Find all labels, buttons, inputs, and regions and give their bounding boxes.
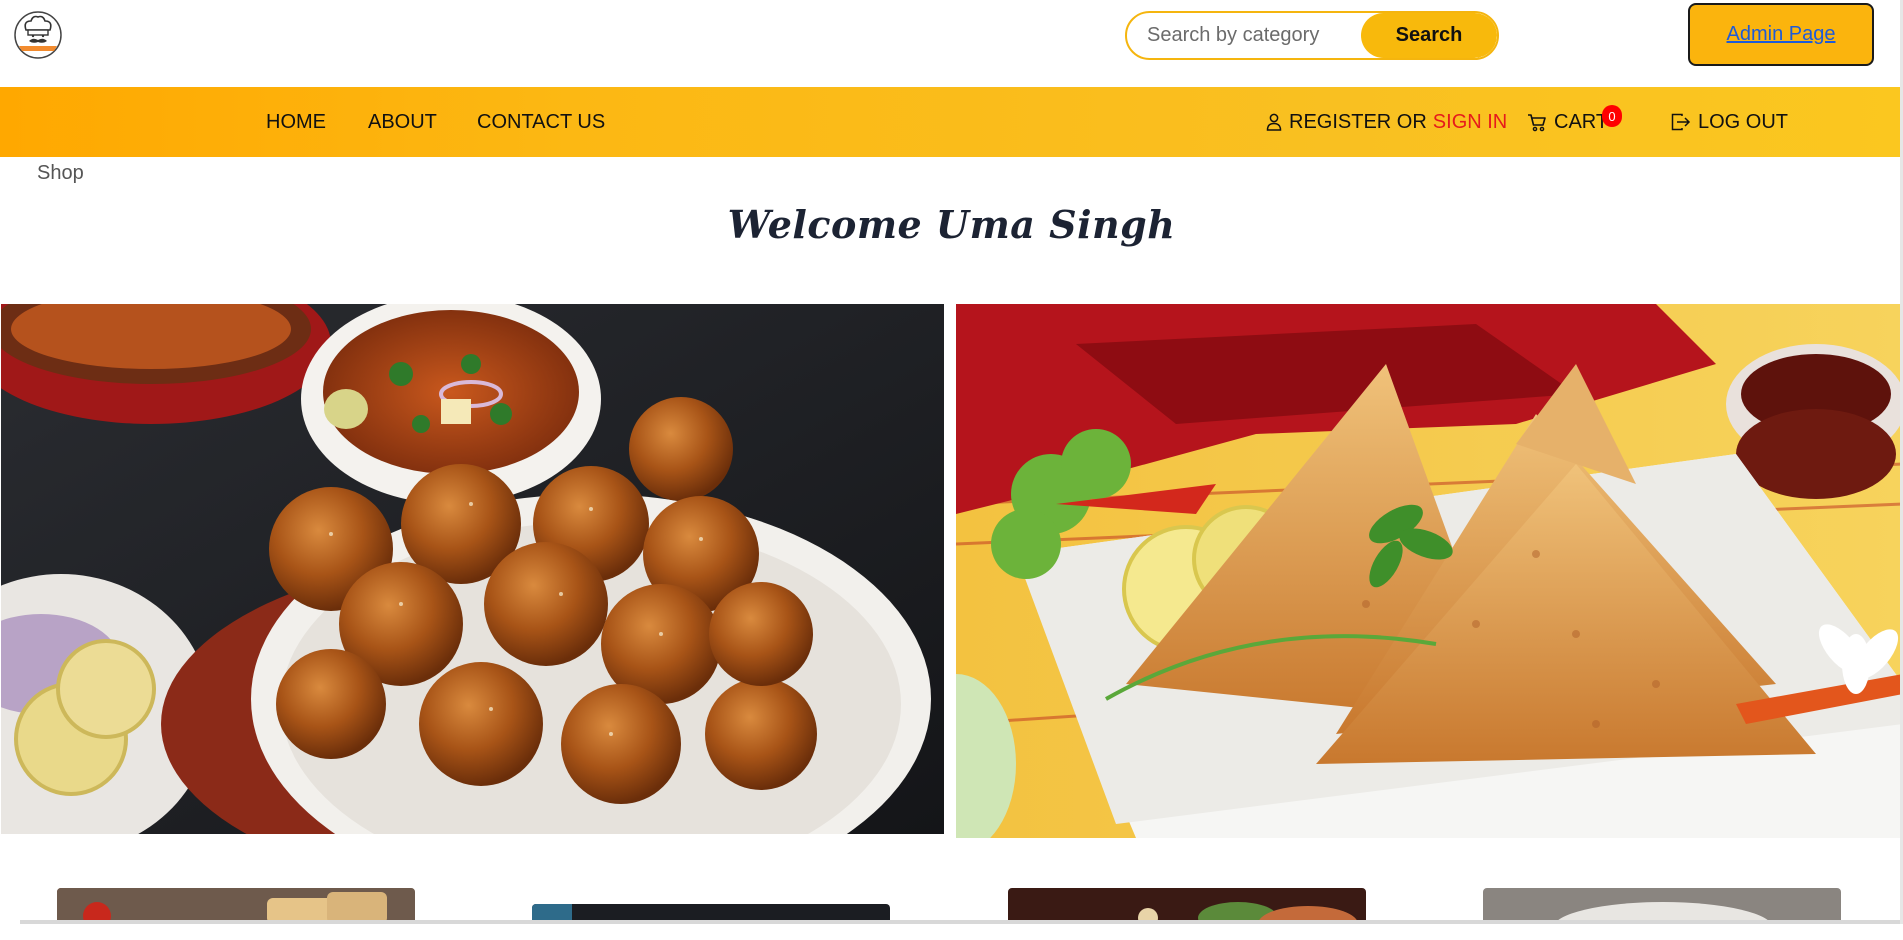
search-button[interactable]: Search <box>1361 13 1497 58</box>
logout-label: LOG OUT <box>1698 110 1789 133</box>
category-card-1-image <box>57 888 415 924</box>
nav-contact-label: CONTACT US <box>477 110 606 133</box>
chef-logo-icon[interactable] <box>13 10 63 60</box>
main-nav: HOME ABOUT CONTACT US REGISTER OR SIGN I… <box>0 87 1900 157</box>
nav-home[interactable]: HOME <box>266 87 326 157</box>
cart-label: CART <box>1554 110 1609 133</box>
horizontal-scrollbar[interactable] <box>20 920 1900 924</box>
welcome-heading: Welcome Uma Singh <box>727 202 1176 247</box>
admin-page-button[interactable]: Admin Page <box>1688 3 1874 66</box>
pav-bhaji-image <box>1 304 944 834</box>
category-card-1[interactable] <box>57 888 415 924</box>
nav-about[interactable]: ABOUT <box>368 87 437 157</box>
search-input[interactable] <box>1127 13 1363 58</box>
breadcrumb-shop[interactable]: Shop <box>37 162 84 185</box>
register-signin-link[interactable]: REGISTER OR SIGN IN <box>1266 87 1507 157</box>
cart-count-badge: 0 <box>1602 105 1622 127</box>
nav-about-label: ABOUT <box>368 110 437 133</box>
cart-link[interactable]: CART 0 <box>1527 87 1622 157</box>
admin-page-link[interactable]: Admin Page <box>1727 23 1836 46</box>
category-card-3-image <box>1008 888 1366 924</box>
nav-contact-us[interactable]: CONTACT US <box>477 87 605 157</box>
category-card-4-image <box>1483 888 1841 924</box>
user-icon <box>1266 113 1282 131</box>
signin-label[interactable]: SIGN IN <box>1433 111 1507 134</box>
logout-icon <box>1671 113 1691 131</box>
category-card-3[interactable] <box>1008 888 1366 924</box>
register-label: REGISTER OR <box>1289 110 1427 133</box>
nav-home-label: HOME <box>266 110 326 133</box>
top-header: Search Admin Page <box>0 0 1903 87</box>
samosa-image <box>956 304 1903 838</box>
cart-icon <box>1528 113 1546 131</box>
search-bar: Search <box>1125 11 1499 60</box>
logout-link[interactable]: LOG OUT <box>1671 87 1788 157</box>
category-card-4[interactable] <box>1483 888 1841 924</box>
